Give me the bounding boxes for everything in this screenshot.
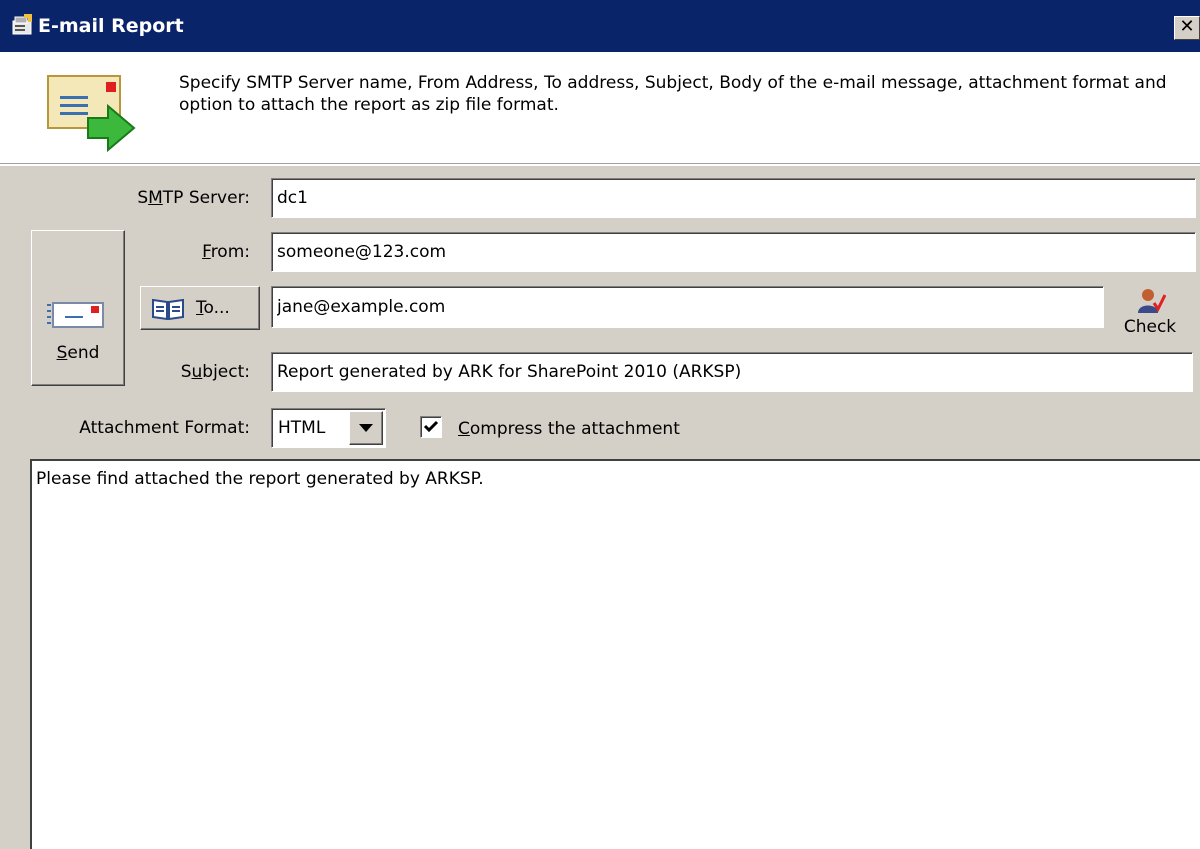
to-button-label: To...: [196, 298, 230, 318]
subject-label-accesskey: u: [191, 362, 203, 382]
message-body-textarea[interactable]: Please find attached the report generate…: [30, 459, 1200, 849]
smtp-server-input[interactable]: [271, 178, 1196, 218]
attachment-format-select[interactable]: HTML: [271, 408, 386, 448]
smtp-label-pre: S: [137, 188, 149, 208]
to-label-accesskey: T: [196, 298, 204, 318]
email-send-icon: [47, 75, 136, 153]
smtp-server-label: SMTP Server:: [100, 188, 250, 208]
address-book-icon: [152, 298, 184, 321]
header-panel: Specify SMTP Server name, From Address, …: [0, 52, 1200, 164]
header-description: Specify SMTP Server name, From Address, …: [179, 73, 1167, 115]
to-input[interactable]: [271, 286, 1104, 328]
smtp-label-accesskey: M: [148, 188, 163, 208]
compress-label-accesskey: C: [458, 419, 470, 439]
attachment-format-value: HTML: [278, 418, 326, 438]
send-label: Send: [32, 343, 124, 363]
window-title: E-mail Report: [38, 15, 184, 37]
header-divider: [0, 164, 1200, 166]
chevron-down-icon: [359, 424, 373, 432]
from-input[interactable]: [271, 232, 1196, 272]
compress-label-post: ompress the attachment: [469, 419, 680, 439]
subject-label-pre: S: [180, 362, 192, 382]
to-button[interactable]: To...: [140, 286, 260, 330]
subject-label: Subject:: [100, 362, 250, 382]
compress-checkbox[interactable]: [420, 416, 442, 438]
title-bar: E-mail Report ✕: [0, 0, 1200, 52]
email-report-app-icon: [12, 14, 32, 35]
from-label: From:: [100, 242, 250, 262]
dropdown-arrow-button[interactable]: [349, 411, 383, 445]
checkmark-icon: [423, 420, 439, 433]
from-label-post: rom:: [210, 242, 250, 262]
subject-label-post: bject:: [202, 362, 250, 382]
from-label-accesskey: F: [202, 242, 211, 262]
send-label-post: end: [67, 343, 100, 363]
smtp-label-post: TP Server:: [162, 188, 250, 208]
check-names-icon: [1138, 289, 1166, 313]
send-label-accesskey: S: [56, 343, 68, 363]
to-label-post: o...: [203, 298, 230, 318]
email-icon: [47, 302, 104, 328]
compress-label[interactable]: Compress the attachment: [458, 419, 680, 439]
close-icon: ✕: [1179, 16, 1195, 37]
check-names-button[interactable]: Check: [1112, 285, 1188, 345]
subject-input[interactable]: [271, 352, 1193, 392]
attachment-format-label: Attachment Format:: [79, 418, 250, 438]
check-label: Check: [1123, 317, 1177, 337]
close-button[interactable]: ✕: [1174, 16, 1200, 40]
